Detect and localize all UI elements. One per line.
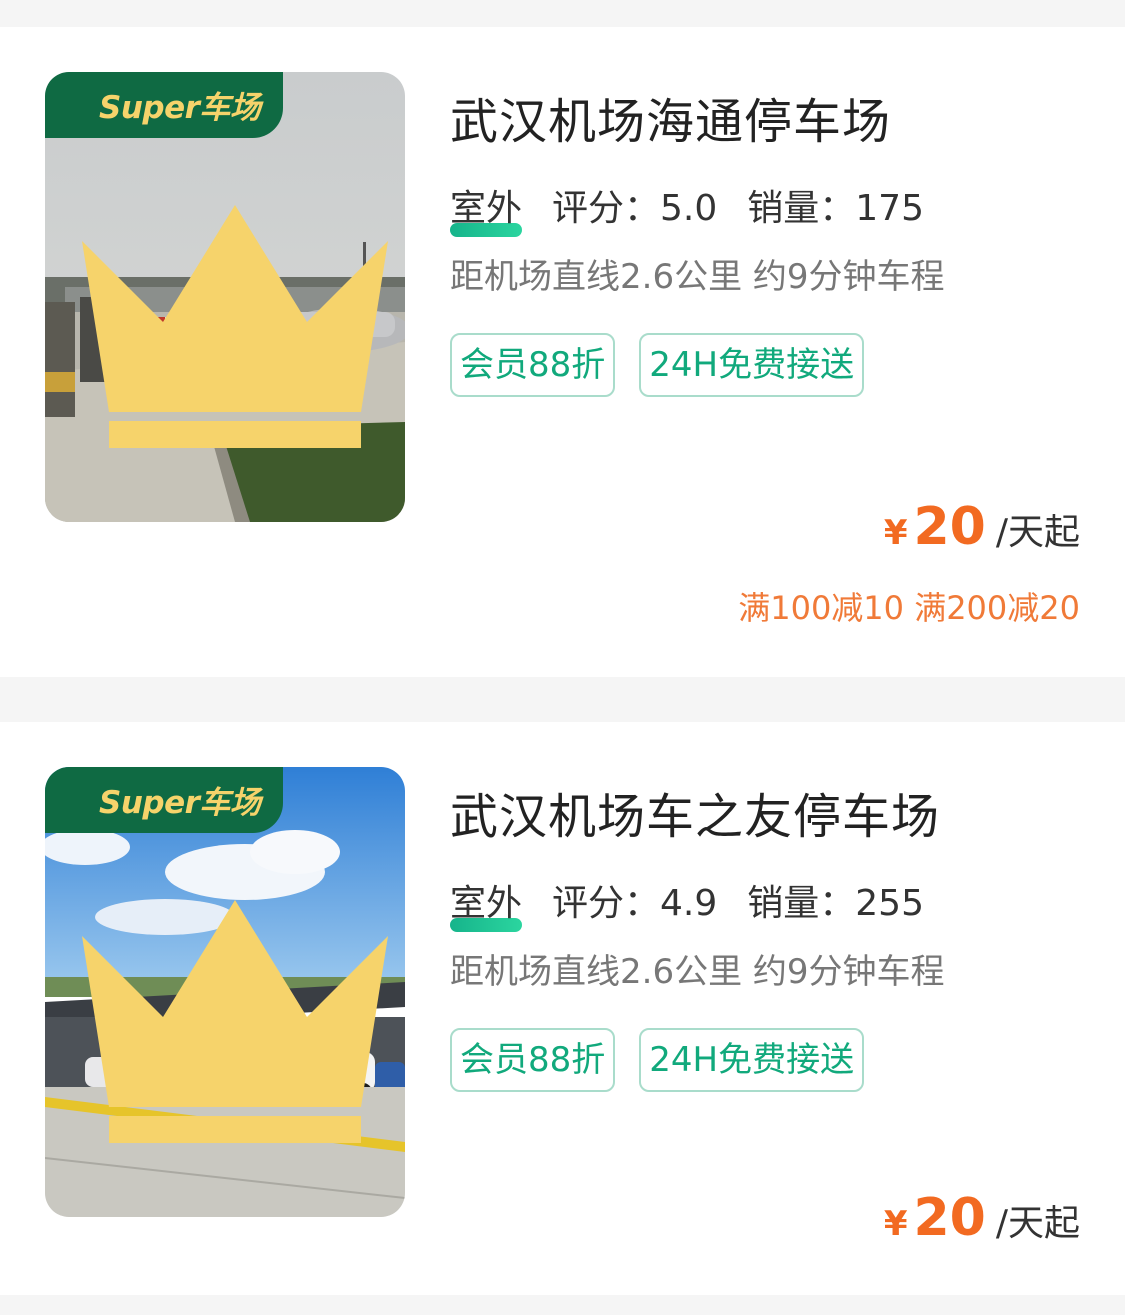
lot-rating: 评分：5.0 — [552, 188, 718, 229]
tag-member-discount: 会员88折 — [450, 1028, 616, 1092]
tag-member-discount: 会员88折 — [450, 333, 616, 397]
lot-distance: 距机场直线2.6公里 约9分钟车程 — [450, 257, 945, 297]
super-lot-badge: Super车场 — [45, 72, 388, 448]
super-lot-badge-label: Super车场 — [99, 785, 261, 821]
lot-tags: 会员88折 24H免费接送 — [450, 333, 865, 397]
super-lot-badge-label: Super车场 — [99, 90, 261, 126]
lot-promo: 满100减10 满200减20 — [738, 589, 1080, 627]
lot-type: 室外 — [450, 874, 523, 932]
crown-icon — [82, 205, 388, 448]
parking-lot-meta: 室外 评分：5.0 销量：175 — [450, 179, 924, 237]
lot-distance: 距机场直线2.6公里 约9分钟车程 — [450, 952, 945, 992]
parking-lot-card[interactable]: Super车场 武汉机场海通停车场 室外 评分：5.0 销量：175 距机场直线2… — [0, 27, 1125, 677]
lot-rating: 评分：4.9 — [552, 883, 718, 924]
parking-lot-card[interactable]: Super车场 武汉机场车之友停车场 室外 评分：4.9 销量：255 距机场直线… — [0, 722, 1125, 1295]
price-unit: /天起 — [995, 512, 1080, 553]
parking-lot-list: Super车场 武汉机场海通停车场 室外 评分：5.0 销量：175 距机场直线2… — [0, 0, 1125, 1315]
price-currency: ¥ — [883, 513, 908, 553]
lot-type-label: 室外 — [450, 883, 523, 924]
tag-free-shuttle: 24H免费接送 — [639, 1028, 865, 1092]
lot-tags: 会员88折 24H免费接送 — [450, 1028, 865, 1092]
parking-lot-photo[interactable]: Super车场 — [45, 767, 405, 1217]
parking-lot-photo[interactable]: Super车场 — [45, 72, 405, 522]
crown-icon — [82, 900, 388, 1143]
lot-type: 室外 — [450, 179, 523, 237]
price-currency: ¥ — [883, 1204, 908, 1244]
super-lot-badge: Super车场 — [45, 767, 388, 1143]
lot-sales: 销量：255 — [747, 883, 924, 924]
price-unit: /天起 — [995, 1203, 1080, 1244]
parking-lot-meta: 室外 评分：4.9 销量：255 — [450, 874, 924, 932]
price-amount: 20 — [913, 497, 986, 557]
tag-free-shuttle: 24H免费接送 — [639, 333, 865, 397]
parking-lot-title[interactable]: 武汉机场海通停车场 — [450, 82, 891, 152]
lot-price: ¥20/天起 — [884, 497, 1080, 557]
lot-sales: 销量：175 — [747, 188, 924, 229]
parking-lot-title[interactable]: 武汉机场车之友停车场 — [450, 777, 940, 847]
lot-type-label: 室外 — [450, 188, 523, 229]
lot-price: ¥20/天起 — [884, 1188, 1080, 1248]
price-amount: 20 — [913, 1188, 986, 1248]
